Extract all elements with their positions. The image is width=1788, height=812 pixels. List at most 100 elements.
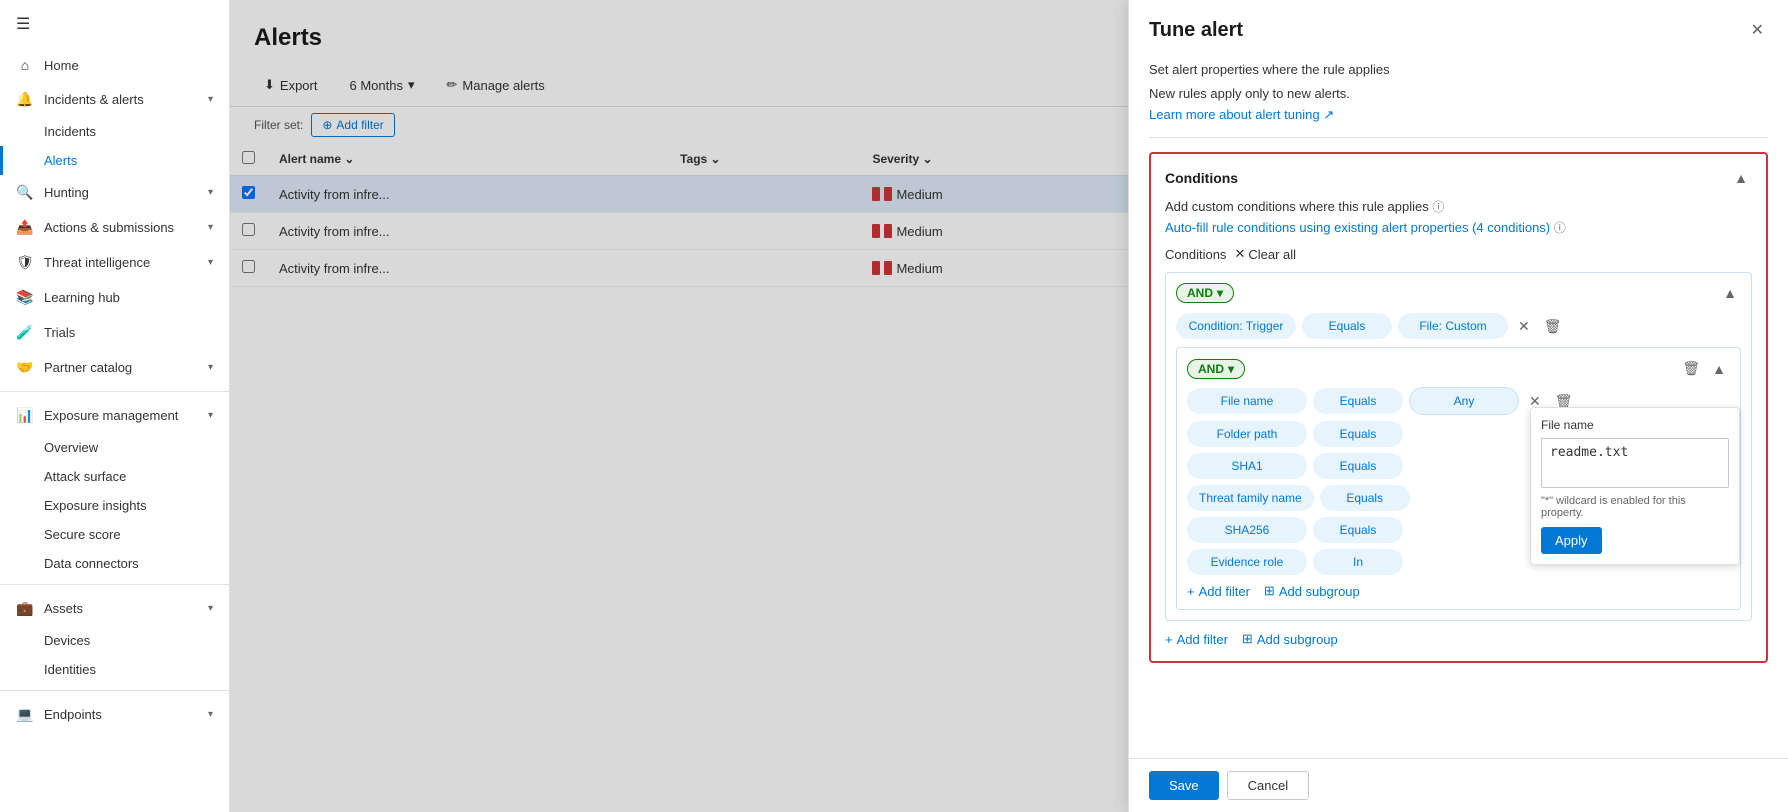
sidebar-item-exposure-management[interactable]: 📊 Exposure management ▾ bbox=[0, 398, 229, 433]
equals-pill-folder[interactable]: Equals bbox=[1313, 421, 1403, 447]
chevron-down-icon: ▾ bbox=[208, 94, 213, 105]
assets-icon: 💼 bbox=[16, 600, 34, 617]
file-custom-pill[interactable]: File: Custom bbox=[1398, 313, 1508, 339]
sidebar-item-threat-intelligence[interactable]: 🛡 Threat intelligence ▾ bbox=[0, 245, 229, 280]
trash-icon-inner: 🗑 bbox=[1682, 360, 1700, 376]
equals-pill-sha1[interactable]: Equals bbox=[1313, 453, 1403, 479]
inner-and-header: AND ▾ 🗑 ▲ bbox=[1187, 358, 1730, 379]
sidebar-label-attack-surface: Attack surface bbox=[44, 469, 126, 484]
sidebar-item-learning-hub[interactable]: 📚 Learning hub bbox=[0, 280, 229, 315]
sha1-pill[interactable]: SHA1 bbox=[1187, 453, 1307, 479]
info-icon-1[interactable]: ⓘ bbox=[1432, 200, 1444, 214]
delete-outer-condition-button[interactable]: 🗑 bbox=[1540, 316, 1566, 337]
sidebar-label-actions: Actions & submissions bbox=[44, 220, 174, 235]
sidebar-child-incidents[interactable]: Incidents bbox=[0, 117, 229, 146]
sidebar-item-endpoints[interactable]: 💻 Endpoints ▾ bbox=[0, 697, 229, 732]
hunting-icon: 🔍 bbox=[16, 184, 34, 201]
outer-condition-row: Condition: Trigger Equals File: Custom ✕ bbox=[1176, 313, 1741, 339]
hamburger-menu[interactable]: ☰ bbox=[0, 0, 229, 48]
plus-icon-outer: + bbox=[1165, 632, 1173, 647]
in-pill-evidence[interactable]: In bbox=[1313, 549, 1403, 575]
filename-popup: File name readme.txt "*" wildcard is ena… bbox=[1530, 407, 1740, 565]
side-panel: Tune alert ✕ Set alert properties where … bbox=[1128, 0, 1788, 812]
outer-and-header: AND ▾ ▲ bbox=[1176, 283, 1741, 303]
equals-pill-filename[interactable]: Equals bbox=[1313, 388, 1403, 414]
info-icon-2[interactable]: ⓘ bbox=[1554, 221, 1566, 235]
panel-desc-1: Set alert properties where the rule appl… bbox=[1149, 60, 1768, 80]
apply-button[interactable]: Apply bbox=[1541, 527, 1602, 554]
sha256-pill[interactable]: SHA256 bbox=[1187, 517, 1307, 543]
chevron-and-outer: ▾ bbox=[1217, 286, 1223, 300]
equals-pill-outer[interactable]: Equals bbox=[1302, 313, 1392, 339]
sidebar-label-threat-intelligence: Threat intelligence bbox=[44, 255, 150, 270]
wildcard-note: "*" wildcard is enabled for this propert… bbox=[1541, 495, 1729, 519]
sidebar-item-trials[interactable]: 🧪 Trials bbox=[0, 315, 229, 350]
sidebar-child-secure-score[interactable]: Secure score bbox=[0, 520, 229, 549]
file-name-pill[interactable]: File name bbox=[1187, 388, 1307, 414]
trash-icon-outer: 🗑 bbox=[1544, 318, 1562, 334]
sidebar-label-alerts: Alerts bbox=[44, 153, 77, 168]
conditions-title: Conditions bbox=[1165, 170, 1238, 186]
bell-icon: 🔔 bbox=[16, 91, 34, 108]
condition-trigger-pill[interactable]: Condition: Trigger bbox=[1176, 313, 1296, 339]
outer-add-subgroup-button[interactable]: ⊞ Add subgroup bbox=[1242, 631, 1338, 647]
cancel-button[interactable]: Cancel bbox=[1227, 771, 1309, 800]
folder-path-pill[interactable]: Folder path bbox=[1187, 421, 1307, 447]
collapse-outer-group-button[interactable]: ▲ bbox=[1719, 283, 1741, 303]
threat-family-pill[interactable]: Threat family name bbox=[1187, 485, 1314, 511]
panel-desc-2: New rules apply only to new alerts. bbox=[1149, 84, 1768, 104]
sidebar-child-devices[interactable]: Devices bbox=[0, 626, 229, 655]
chevron-down-icon-hunting: ▾ bbox=[208, 187, 213, 198]
hamburger-icon: ☰ bbox=[16, 16, 30, 33]
equals-pill-threat[interactable]: Equals bbox=[1320, 485, 1410, 511]
and-badge-inner[interactable]: AND ▾ bbox=[1187, 359, 1245, 379]
sidebar-label-partner: Partner catalog bbox=[44, 360, 132, 375]
inner-row-file-name: File name Equals Any ✕ bbox=[1187, 387, 1730, 415]
sidebar-item-partner-catalog[interactable]: 🤝 Partner catalog ▾ bbox=[0, 350, 229, 385]
delete-inner-group-button[interactable]: 🗑 bbox=[1678, 358, 1704, 379]
close-icon-outer: ✕ bbox=[1518, 318, 1530, 334]
outer-add-filter-button[interactable]: + Add filter bbox=[1165, 632, 1228, 647]
any-value-pill[interactable]: Any bbox=[1409, 387, 1519, 415]
sidebar-child-overview[interactable]: Overview bbox=[0, 433, 229, 462]
chevron-down-icon-endpoints: ▾ bbox=[208, 709, 213, 720]
collapse-conditions-button[interactable]: ▲ bbox=[1730, 168, 1752, 188]
sidebar-item-hunting[interactable]: 🔍 Hunting ▾ bbox=[0, 175, 229, 210]
conditions-bottom-actions: + Add filter ⊞ Add subgroup bbox=[1165, 631, 1752, 647]
sidebar-item-home[interactable]: ⌂ Home bbox=[0, 48, 229, 82]
inner-and-group: AND ▾ 🗑 ▲ bbox=[1176, 347, 1741, 610]
sidebar-child-exposure-insights[interactable]: Exposure insights bbox=[0, 491, 229, 520]
clear-all-button[interactable]: ✕ Clear all bbox=[1234, 246, 1296, 262]
subgroup-icon-inner: ⊞ bbox=[1264, 583, 1275, 599]
panel-header: Tune alert ✕ bbox=[1129, 0, 1788, 60]
panel-body: Set alert properties where the rule appl… bbox=[1129, 60, 1788, 758]
panel-divider-1 bbox=[1149, 137, 1768, 138]
sidebar-child-identities[interactable]: Identities bbox=[0, 655, 229, 684]
collapse-inner-group-button[interactable]: ▲ bbox=[1708, 358, 1730, 379]
chevron-and-inner: ▾ bbox=[1228, 362, 1234, 376]
actions-icon: 📤 bbox=[16, 219, 34, 236]
inner-add-subgroup-button[interactable]: ⊞ Add subgroup bbox=[1264, 583, 1360, 599]
filename-popup-label: File name bbox=[1541, 418, 1729, 432]
autofill-link[interactable]: Auto-fill rule conditions using existing… bbox=[1165, 219, 1752, 236]
close-button[interactable]: ✕ bbox=[1747, 16, 1768, 44]
equals-pill-sha256[interactable]: Equals bbox=[1313, 517, 1403, 543]
filename-input[interactable]: readme.txt bbox=[1541, 438, 1729, 488]
subgroup-icon-outer: ⊞ bbox=[1242, 631, 1253, 647]
sidebar-label-trials: Trials bbox=[44, 325, 75, 340]
sidebar-item-assets[interactable]: 💼 Assets ▾ bbox=[0, 591, 229, 626]
evidence-role-pill[interactable]: Evidence role bbox=[1187, 549, 1307, 575]
sidebar-child-data-connectors[interactable]: Data connectors bbox=[0, 549, 229, 578]
sidebar-child-attack-surface[interactable]: Attack surface bbox=[0, 462, 229, 491]
sidebar-item-actions[interactable]: 📤 Actions & submissions ▾ bbox=[0, 210, 229, 245]
and-badge-outer[interactable]: AND ▾ bbox=[1176, 283, 1234, 303]
sidebar-label-incidents-alerts: Incidents & alerts bbox=[44, 92, 144, 107]
chevron-up-outer-icon: ▲ bbox=[1723, 285, 1737, 301]
save-button[interactable]: Save bbox=[1149, 771, 1219, 800]
sidebar-label-overview: Overview bbox=[44, 440, 98, 455]
inner-add-filter-button[interactable]: + Add filter bbox=[1187, 584, 1250, 599]
remove-outer-condition-button[interactable]: ✕ bbox=[1514, 316, 1534, 337]
sidebar-item-incidents-alerts[interactable]: 🔔 Incidents & alerts ▾ bbox=[0, 82, 229, 117]
learn-more-link[interactable]: Learn more about alert tuning ↗ bbox=[1149, 107, 1334, 122]
sidebar-child-alerts[interactable]: Alerts bbox=[0, 146, 229, 175]
